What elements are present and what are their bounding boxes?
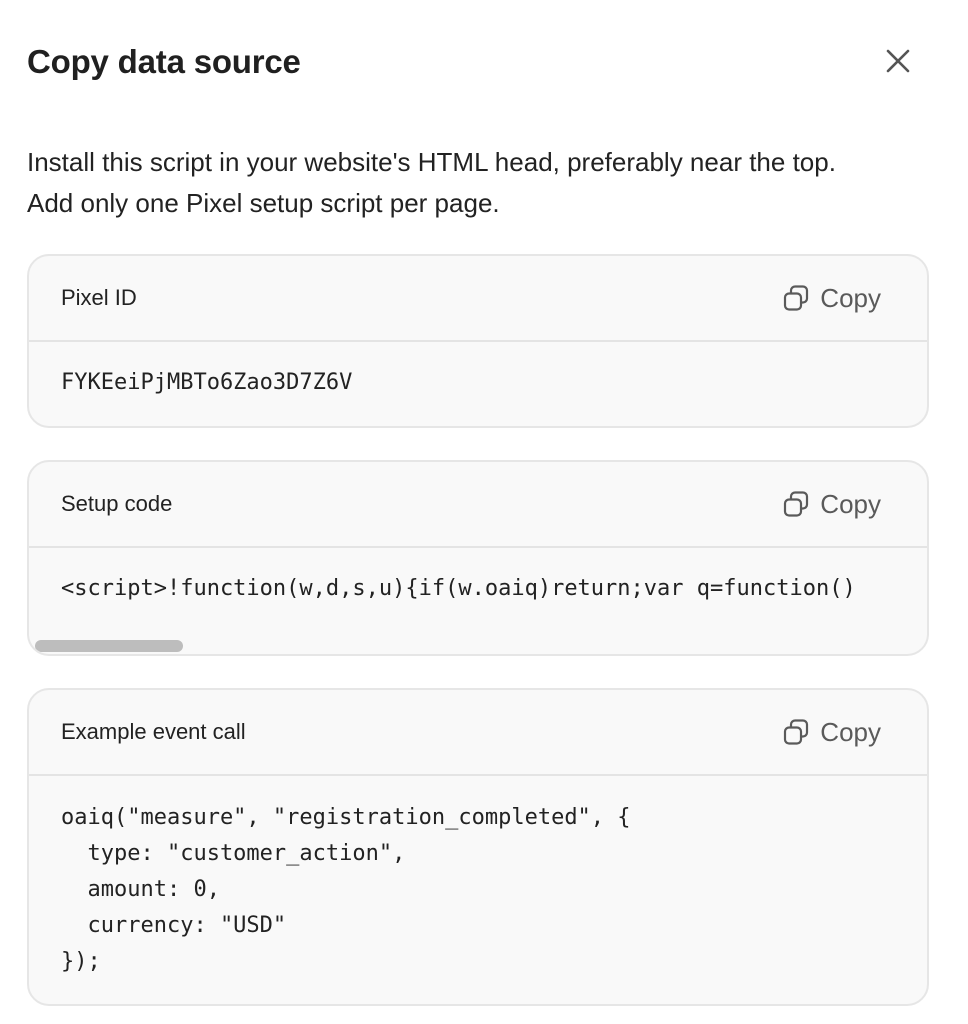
dialog-title: Copy data source	[27, 43, 301, 80]
example-event-label: Example event call	[61, 719, 246, 744]
example-event-code[interactable]: oaiq("measure", "registration_completed"…	[61, 800, 631, 980]
pixel-id-copy-button[interactable]: Copy	[782, 280, 881, 316]
horizontal-scrollbar[interactable]	[29, 638, 927, 654]
close-icon	[885, 48, 911, 77]
setup-code-card-body: <script>!function(w,d,s,u){if(w.oaiq)ret…	[29, 548, 927, 654]
example-event-copy-button[interactable]: Copy	[782, 714, 881, 750]
example-event-card: Example event call Copy oaiq("measure", …	[27, 688, 929, 1006]
setup-code-card-header: Setup code Copy	[29, 462, 927, 548]
pixel-id-card: Pixel ID Copy FYKEeiPjMBTo6Zao3D7Z6V	[27, 254, 929, 428]
setup-code-value[interactable]: <script>!function(w,d,s,u){if(w.oaiq)ret…	[61, 574, 856, 604]
example-event-card-header: Example event call Copy	[29, 690, 927, 776]
setup-code-card: Setup code Copy <script>!function(w,d,s,…	[27, 460, 929, 656]
copy-icon	[782, 284, 810, 312]
copy-icon	[782, 718, 810, 746]
close-button[interactable]	[872, 38, 924, 86]
scrollbar-thumb[interactable]	[35, 640, 183, 652]
dialog-description: Install this script in your website's HT…	[27, 142, 927, 224]
pixel-id-label: Pixel ID	[61, 285, 137, 310]
copy-data-source-dialog: Copy data source Install this script in …	[0, 0, 968, 1024]
description-line-2: Add only one Pixel setup script per page…	[27, 188, 500, 218]
example-event-copy-label: Copy	[820, 716, 881, 747]
pixel-id-value[interactable]: FYKEeiPjMBTo6Zao3D7Z6V	[61, 368, 352, 398]
setup-code-copy-label: Copy	[820, 488, 881, 519]
setup-code-copy-button[interactable]: Copy	[782, 486, 881, 522]
copy-icon	[782, 490, 810, 518]
pixel-id-card-header: Pixel ID Copy	[29, 256, 927, 342]
description-line-1: Install this script in your website's HT…	[27, 147, 836, 177]
example-event-card-body: oaiq("measure", "registration_completed"…	[29, 776, 927, 1004]
setup-code-label: Setup code	[61, 491, 173, 516]
pixel-id-copy-label: Copy	[820, 282, 881, 313]
pixel-id-card-body: FYKEeiPjMBTo6Zao3D7Z6V	[29, 342, 927, 426]
